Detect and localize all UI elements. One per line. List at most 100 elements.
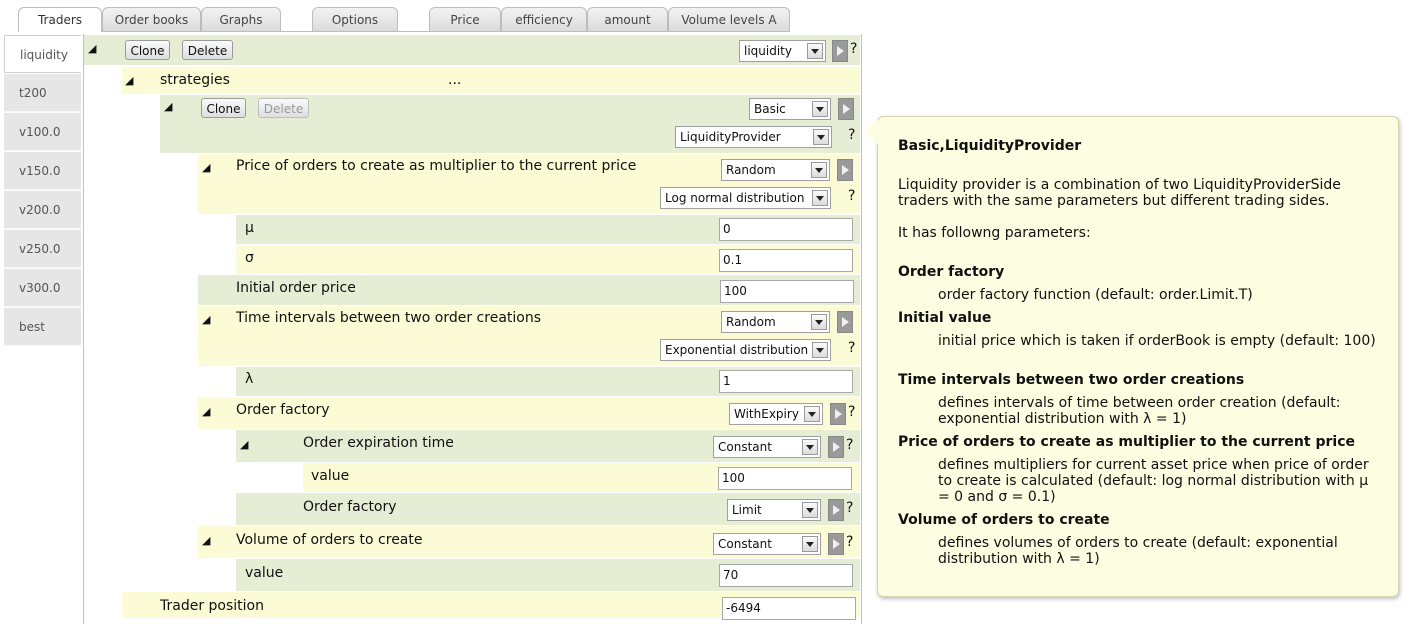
side-tab-v150[interactable]: v150.0 bbox=[4, 152, 81, 190]
collapse-icon[interactable]: ◢ bbox=[164, 100, 172, 113]
help-icon[interactable]: ? bbox=[846, 500, 853, 516]
chevron-down-icon bbox=[812, 342, 828, 358]
strategy-class-value: LiquidityProvider bbox=[680, 130, 781, 144]
help-icon[interactable]: ? bbox=[848, 404, 855, 420]
chevron-down-icon bbox=[804, 406, 820, 422]
help-icon[interactable]: ? bbox=[848, 340, 855, 356]
play-icon[interactable] bbox=[832, 40, 848, 62]
trader-position-label: Trader position bbox=[160, 598, 264, 614]
chevron-down-icon bbox=[802, 502, 818, 518]
collapse-icon[interactable]: ◢ bbox=[202, 405, 210, 418]
initial-price-label: Initial order price bbox=[236, 280, 356, 296]
strategy-kind-value: Basic bbox=[754, 102, 786, 116]
tooltip-param-desc: defines volumes of orders to create (def… bbox=[938, 535, 1338, 567]
expiration-label: Order expiration time bbox=[303, 435, 454, 451]
play-icon[interactable] bbox=[828, 499, 844, 521]
volume-label: Volume of orders to create bbox=[236, 532, 423, 548]
play-icon[interactable] bbox=[837, 311, 853, 333]
trader-type-value: liquidity bbox=[744, 44, 792, 58]
lambda-label: λ bbox=[245, 371, 254, 387]
tab-options[interactable]: Options bbox=[312, 7, 398, 31]
help-icon[interactable]: ? bbox=[850, 41, 857, 57]
play-icon[interactable] bbox=[837, 159, 853, 181]
strategy-kind-select[interactable]: Basic bbox=[749, 98, 831, 120]
volume-kind-value: Constant bbox=[718, 537, 772, 551]
time-distribution-select[interactable]: Exponential distribution bbox=[660, 339, 831, 361]
tooltip-param-name: Order factory bbox=[898, 264, 1005, 280]
tab-order-books[interactable]: Order books bbox=[102, 7, 201, 31]
order-factory-select[interactable]: WithExpiry bbox=[729, 403, 823, 425]
help-icon[interactable]: ? bbox=[848, 127, 855, 143]
inner-factory-select[interactable]: Limit bbox=[727, 499, 821, 521]
play-icon[interactable] bbox=[828, 533, 844, 555]
play-icon[interactable] bbox=[828, 436, 844, 458]
expiration-kind-select[interactable]: Constant bbox=[713, 436, 821, 458]
chevron-down-icon bbox=[812, 101, 828, 117]
collapse-icon[interactable]: ◢ bbox=[202, 313, 210, 326]
trader-position-input: -6494 bbox=[722, 597, 856, 620]
strategies-row bbox=[122, 67, 860, 94]
collapse-icon[interactable]: ◢ bbox=[125, 74, 133, 87]
order-factory-label: Order factory bbox=[236, 402, 330, 418]
help-tooltip: Basic,LiquidityProvider Liquidity provid… bbox=[865, 116, 1399, 597]
price-label: Price of orders to create as multiplier … bbox=[236, 158, 637, 174]
clone-strategy-button[interactable]: Clone bbox=[201, 98, 246, 118]
tooltip-description: Liquidity provider is a combination of t… bbox=[898, 177, 1341, 209]
initial-price-input[interactable]: 100 bbox=[720, 280, 854, 303]
play-icon[interactable] bbox=[830, 403, 846, 425]
tooltip-param-desc: defines multipliers for current asset pr… bbox=[938, 457, 1369, 505]
side-tab-liquidity[interactable]: liquidity bbox=[4, 35, 81, 73]
tooltip-param-desc: defines intervals of time between order … bbox=[938, 395, 1341, 427]
inner-factory-value: Limit bbox=[732, 503, 762, 517]
time-intervals-label: Time intervals between two order creatio… bbox=[236, 310, 542, 326]
collapse-icon[interactable]: ◢ bbox=[202, 534, 210, 547]
help-icon[interactable]: ? bbox=[846, 437, 853, 453]
time-kind-select[interactable]: Random bbox=[721, 311, 830, 333]
chevron-down-icon bbox=[813, 129, 829, 145]
help-icon[interactable]: ? bbox=[848, 188, 855, 204]
play-icon[interactable] bbox=[838, 98, 854, 120]
collapse-icon[interactable]: ◢ bbox=[88, 42, 96, 55]
strategies-more[interactable]: ... bbox=[448, 72, 461, 88]
side-tab-best[interactable]: best bbox=[4, 308, 81, 346]
price-distribution-select[interactable]: Log normal distribution bbox=[660, 187, 831, 209]
tooltip-params-intro: It has followng parameters: bbox=[898, 225, 1091, 241]
volume-value-input[interactable]: 70 bbox=[719, 564, 853, 587]
collapse-icon[interactable]: ◢ bbox=[202, 161, 210, 174]
volume-kind-select[interactable]: Constant bbox=[713, 533, 821, 555]
tooltip-param-name: Initial value bbox=[898, 310, 992, 326]
strategy-class-select[interactable]: LiquidityProvider bbox=[675, 126, 832, 148]
clone-trader-button[interactable]: Clone bbox=[125, 40, 170, 60]
expiration-kind-value: Constant bbox=[718, 440, 772, 454]
lambda-input[interactable]: 1 bbox=[719, 370, 853, 393]
time-kind-value: Random bbox=[726, 315, 776, 329]
side-tab-v100[interactable]: v100.0 bbox=[4, 113, 81, 151]
side-tab-v250[interactable]: v250.0 bbox=[4, 230, 81, 268]
help-icon[interactable]: ? bbox=[846, 534, 853, 550]
trader-type-select[interactable]: liquidity bbox=[739, 40, 826, 62]
tab-traders[interactable]: Traders bbox=[18, 7, 102, 32]
expiry-value-input[interactable]: 100 bbox=[718, 467, 852, 490]
order-factory-value: WithExpiry bbox=[734, 407, 799, 421]
tab-efficiency[interactable]: efficiency bbox=[501, 7, 587, 31]
tab-amount[interactable]: amount bbox=[587, 7, 668, 31]
delete-trader-button[interactable]: Delete bbox=[182, 40, 233, 60]
tab-volume-levels-a[interactable]: Volume levels A bbox=[668, 7, 790, 31]
tab-graphs[interactable]: Graphs bbox=[201, 7, 281, 31]
chevron-down-icon bbox=[811, 162, 827, 178]
price-distribution-value: Log normal distribution bbox=[665, 191, 805, 205]
chevron-down-icon bbox=[802, 536, 818, 552]
tooltip-param-name: Time intervals between two order creatio… bbox=[898, 372, 1245, 388]
price-kind-select[interactable]: Random bbox=[721, 159, 830, 181]
tooltip-title: Basic,LiquidityProvider bbox=[898, 138, 1082, 154]
sigma-input[interactable]: 0.1 bbox=[719, 249, 853, 272]
tooltip-param-name: Volume of orders to create bbox=[898, 512, 1110, 528]
side-tab-v200[interactable]: v200.0 bbox=[4, 191, 81, 229]
side-tab-t200[interactable]: t200 bbox=[4, 74, 81, 112]
side-tab-v300[interactable]: v300.0 bbox=[4, 269, 81, 307]
mu-label: μ bbox=[245, 220, 254, 236]
mu-input[interactable]: 0 bbox=[719, 218, 853, 241]
tab-price[interactable]: Price bbox=[429, 7, 501, 31]
volume-value-label: value bbox=[245, 565, 284, 581]
collapse-icon[interactable]: ◢ bbox=[240, 438, 248, 451]
